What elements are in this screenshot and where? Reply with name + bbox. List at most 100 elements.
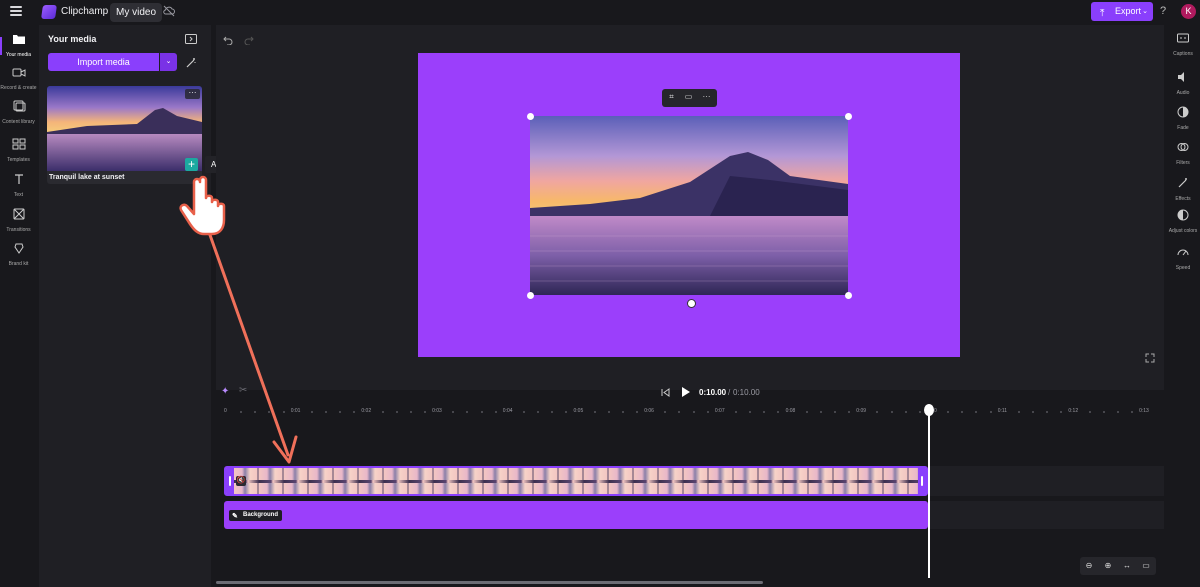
magic-wand-icon[interactable] bbox=[185, 57, 197, 69]
media-item-caption: Tranquil lake at sunset bbox=[49, 174, 125, 181]
project-title[interactable]: My video bbox=[110, 3, 163, 22]
rail-item-effects[interactable]: Effects bbox=[1166, 176, 1200, 202]
ruler-tick bbox=[1031, 411, 1034, 413]
camera-icon bbox=[12, 68, 25, 77]
fit-icon[interactable]: ▭ bbox=[683, 92, 694, 103]
ruler-tick bbox=[324, 411, 327, 413]
media-item-thumbnail[interactable]: ··· Tranquil lake at sunset bbox=[47, 86, 202, 184]
ruler-tick bbox=[1017, 411, 1020, 413]
ruler-tick bbox=[989, 411, 992, 413]
rail-item-transitions[interactable]: Transitions bbox=[0, 207, 37, 233]
collapse-panel-icon[interactable] bbox=[185, 34, 197, 44]
horizontal-scrollbar[interactable] bbox=[216, 581, 763, 584]
sparkle-icon[interactable]: ✦ bbox=[221, 386, 229, 397]
total-duration: 0:10.00 bbox=[733, 388, 760, 397]
resize-handle-bottom-right[interactable] bbox=[845, 292, 852, 299]
ruler-tick bbox=[890, 411, 893, 413]
rail-item-filters[interactable]: Filters bbox=[1166, 140, 1200, 166]
rail-item-captions[interactable]: Captions bbox=[1166, 31, 1200, 57]
ruler-tick bbox=[692, 411, 695, 413]
scissors-icon[interactable]: ✂ bbox=[239, 385, 247, 396]
skip-to-start-icon[interactable] bbox=[661, 388, 670, 397]
ruler-tick bbox=[494, 411, 497, 413]
rail-item-templates[interactable]: Templates bbox=[0, 137, 37, 163]
menu-icon[interactable] bbox=[10, 6, 22, 16]
trim-handle-left[interactable] bbox=[226, 468, 234, 494]
rail-item-brand-kit[interactable]: Brand kit bbox=[0, 241, 37, 267]
crop-icon[interactable]: ⌗ bbox=[666, 92, 677, 103]
track-empty-area bbox=[929, 466, 1164, 496]
redo-icon[interactable] bbox=[244, 35, 254, 45]
ruler-tick bbox=[282, 411, 285, 413]
clip-filmstrip bbox=[234, 468, 919, 494]
zoom-out-icon[interactable]: ⊖ bbox=[1083, 560, 1095, 572]
playhead-handle[interactable] bbox=[924, 404, 934, 416]
rail-item-content-library[interactable]: Content library bbox=[0, 99, 37, 125]
chevron-down-icon: ⌄ bbox=[165, 58, 172, 65]
ruler-tick-label: 0:01 bbox=[290, 408, 301, 414]
rail-item-text[interactable]: Text bbox=[0, 172, 37, 198]
rail-label: Adjust colors bbox=[1168, 228, 1198, 234]
rail-item-audio[interactable]: Audio bbox=[1166, 70, 1200, 96]
ruler-tick bbox=[904, 411, 907, 413]
rotate-handle[interactable] bbox=[687, 299, 696, 308]
play-icon[interactable] bbox=[682, 387, 690, 397]
resize-handle-top-left[interactable] bbox=[527, 113, 534, 120]
track-empty-area bbox=[929, 501, 1164, 529]
captions-icon bbox=[1177, 33, 1189, 43]
rail-item-fade[interactable]: Fade bbox=[1166, 105, 1200, 131]
cloud-sync-off-icon[interactable] bbox=[162, 4, 176, 18]
rail-item-record-create[interactable]: Record & create bbox=[0, 65, 37, 91]
speed-icon bbox=[1177, 249, 1189, 256]
fit-timeline-icon[interactable]: ↔ bbox=[1121, 560, 1133, 572]
import-dropdown-button[interactable]: ⌄ bbox=[160, 53, 177, 71]
ruler-tick bbox=[819, 411, 822, 413]
more-options-button[interactable]: ··· bbox=[185, 89, 200, 99]
brand-kit-icon bbox=[13, 243, 24, 254]
ruler-tick-label: 0:07 bbox=[714, 408, 725, 414]
upload-icon: ⤒ bbox=[1100, 8, 1105, 19]
export-label: Export bbox=[1115, 6, 1142, 16]
rail-label: Audio bbox=[1176, 90, 1190, 96]
ruler-tick-label: 0:04 bbox=[502, 408, 513, 414]
add-to-timeline-button[interactable]: + bbox=[185, 158, 198, 171]
video-clip[interactable]: 🔇 bbox=[224, 466, 928, 496]
help-icon[interactable]: ? bbox=[1160, 5, 1166, 17]
background-clip[interactable]: ✎ Background bbox=[224, 501, 928, 529]
chevron-down-icon: ⌄ bbox=[1142, 8, 1148, 15]
ruler-tick-label: 0:08 bbox=[785, 408, 796, 414]
resize-handle-bottom-left[interactable] bbox=[527, 292, 534, 299]
zoom-controls: ⊖ ⊕ ↔ ▭ bbox=[1080, 557, 1156, 575]
timeline-settings-icon[interactable]: ▭ bbox=[1140, 560, 1152, 572]
zoom-in-icon[interactable]: ⊕ bbox=[1102, 560, 1114, 572]
fade-icon bbox=[1177, 106, 1189, 118]
more-icon[interactable]: ··· bbox=[701, 92, 712, 103]
avatar[interactable]: K bbox=[1181, 4, 1196, 19]
undo-icon[interactable] bbox=[223, 35, 233, 45]
import-media-button[interactable]: Import media bbox=[48, 53, 159, 71]
templates-icon bbox=[12, 138, 25, 150]
filters-icon bbox=[1177, 143, 1189, 151]
video-preview-frame[interactable] bbox=[530, 116, 848, 295]
rail-item-your-media[interactable]: Your media bbox=[0, 32, 37, 58]
rail-label: Filters bbox=[1176, 160, 1190, 166]
ruler-tick-label: 0:06 bbox=[644, 408, 654, 414]
ruler-tick bbox=[1130, 411, 1133, 413]
fullscreen-icon[interactable] bbox=[1145, 353, 1155, 363]
rail-item-speed[interactable]: Speed bbox=[1166, 245, 1200, 271]
library-icon bbox=[13, 100, 25, 112]
ruler-tick bbox=[423, 411, 426, 413]
ruler-tick bbox=[1102, 411, 1105, 413]
ruler-tick bbox=[918, 411, 921, 413]
rail-item-adjust-colors[interactable]: Adjust colors bbox=[1166, 208, 1200, 234]
background-clip-label: ✎ Background bbox=[229, 510, 283, 521]
playhead[interactable] bbox=[928, 412, 930, 578]
mute-icon[interactable]: 🔇 bbox=[236, 476, 246, 486]
current-time: 0:10.00 bbox=[699, 388, 727, 397]
resize-handle-top-right[interactable] bbox=[845, 113, 852, 120]
ruler-tick bbox=[381, 411, 384, 413]
export-button[interactable]: ⤒ Export ⌄ bbox=[1091, 2, 1153, 21]
trim-handle-right[interactable] bbox=[918, 468, 926, 494]
ruler-tick bbox=[621, 411, 624, 413]
ruler-tick-label: 0:05 bbox=[573, 408, 584, 414]
